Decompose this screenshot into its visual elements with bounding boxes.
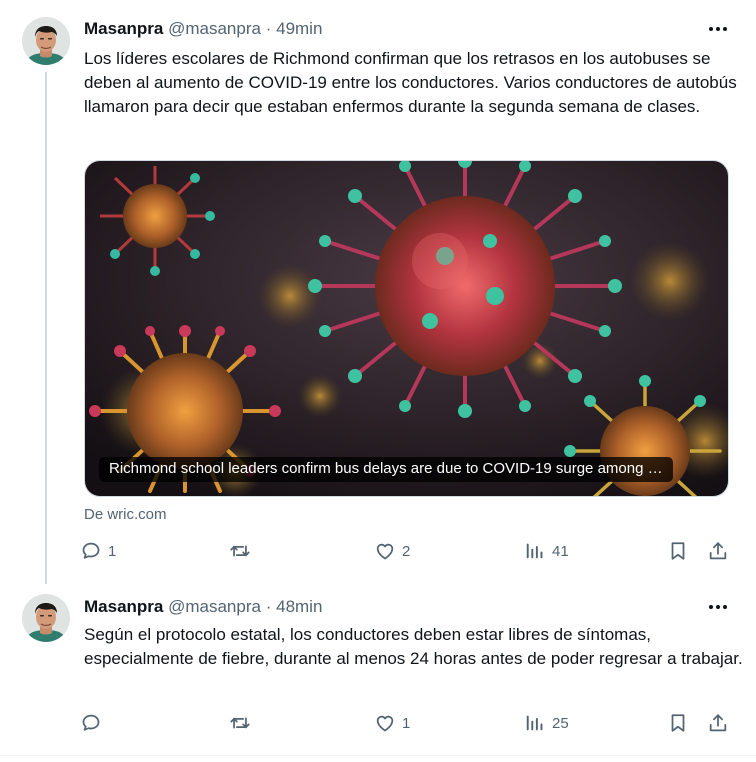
author-handle[interactable]: @masanpra (168, 597, 261, 616)
author-name[interactable]: Masanpra (84, 19, 163, 38)
reply-button[interactable] (80, 710, 108, 736)
action-bar: 1 2 41 (84, 538, 744, 564)
reply-count: 1 (108, 542, 117, 560)
share-button[interactable] (707, 710, 729, 736)
avatar-image (22, 17, 70, 65)
share-icon (707, 712, 729, 734)
coronavirus-image (85, 161, 728, 496)
retweet-icon (229, 712, 251, 734)
retweet-button[interactable] (229, 710, 257, 736)
bookmark-icon (667, 540, 689, 562)
tweet-text: Los líderes escolares de Richmond confir… (84, 49, 737, 116)
views-icon (524, 540, 546, 562)
link-card[interactable]: Richmond school leaders confirm bus dela… (84, 160, 729, 497)
separator: · (265, 597, 272, 616)
separator: · (265, 19, 272, 38)
like-icon (374, 540, 396, 562)
reply-icon (80, 540, 102, 562)
share-button[interactable] (707, 538, 729, 564)
like-button[interactable]: 2 (374, 538, 410, 564)
more-icon[interactable] (706, 597, 730, 617)
card-source[interactable]: De wric.com (84, 506, 167, 523)
views-count: 25 (552, 714, 569, 732)
timestamp[interactable]: 48min (276, 597, 322, 616)
share-icon (707, 540, 729, 562)
reply-icon (80, 712, 102, 734)
tweet-text: Según el protocolo estatal, los conducto… (84, 625, 743, 668)
avatar[interactable] (22, 594, 70, 642)
timestamp[interactable]: 49min (276, 19, 322, 38)
action-bar: 1 25 (84, 710, 744, 736)
bookmark-icon (667, 712, 689, 734)
thread-line (45, 72, 47, 584)
like-count: 2 (402, 542, 411, 560)
retweet-button[interactable] (229, 538, 257, 564)
avatar-image (22, 594, 70, 642)
reply-button[interactable]: 1 (80, 538, 116, 564)
like-icon (374, 712, 396, 734)
divider (0, 755, 756, 756)
retweet-icon (229, 540, 251, 562)
views-count: 41 (552, 542, 569, 560)
more-icon[interactable] (706, 19, 730, 39)
card-caption[interactable]: Richmond school leaders confirm bus dela… (99, 457, 673, 482)
views-button[interactable]: 41 (524, 538, 569, 564)
views-button[interactable]: 25 (524, 710, 569, 736)
avatar[interactable] (22, 17, 70, 65)
tweet[interactable]: Masanpra @masanpra · 48min Según el prot… (0, 585, 756, 755)
like-count: 1 (402, 714, 411, 732)
like-button[interactable]: 1 (374, 710, 410, 736)
tweet-header: Masanpra @masanpra · 49min (84, 19, 322, 39)
bookmark-button[interactable] (667, 710, 689, 736)
views-icon (524, 712, 546, 734)
author-handle[interactable]: @masanpra (168, 19, 261, 38)
tweet-header: Masanpra @masanpra · 48min (84, 597, 322, 617)
tweet[interactable]: Masanpra @masanpra · 49min Los líderes e… (0, 0, 756, 585)
bookmark-button[interactable] (667, 538, 689, 564)
author-name[interactable]: Masanpra (84, 597, 163, 616)
